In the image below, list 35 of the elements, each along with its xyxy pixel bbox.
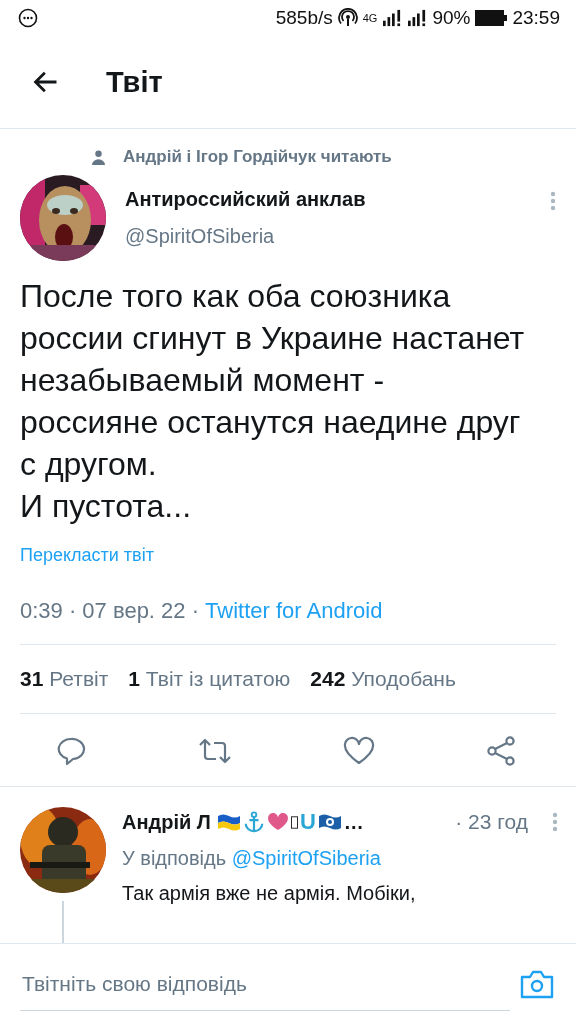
- stat-count[interactable]: 1 Твіт із цитатою: [128, 667, 291, 691]
- battery-icon: [475, 10, 508, 26]
- share-icon[interactable]: [485, 736, 518, 766]
- hotspot-icon: [337, 8, 358, 28]
- heart-icon: [266, 813, 289, 831]
- author-handle[interactable]: @SpiritOfSiberia: [125, 225, 550, 248]
- camera-icon[interactable]: [520, 969, 554, 999]
- person-icon: [92, 149, 105, 165]
- reply-input[interactable]: Твітніть свою відповідь: [20, 957, 510, 1011]
- replying-to-label: У відповідь: [122, 847, 227, 869]
- like-icon[interactable]: [343, 736, 376, 766]
- tweet-timestamp: 0:39 · 07 вер. 22 ·: [20, 598, 200, 623]
- signal-icon: [407, 9, 428, 27]
- flag-icon: [317, 813, 342, 831]
- reply-author-name[interactable]: Андрій Л: [122, 810, 211, 834]
- anchor-icon: [242, 811, 265, 833]
- flag-icon: [216, 813, 241, 831]
- more-icon: [18, 8, 38, 28]
- social-context: Андрій і Ігор Гордійчук читають: [123, 147, 392, 167]
- reply-text: Так армія вже не армія. Мобіки,: [122, 882, 417, 905]
- reply-time: · 23 год: [455, 810, 528, 834]
- stat-count[interactable]: 242 Уподобань: [310, 667, 456, 691]
- missing-glyph-icon: [290, 815, 298, 829]
- signal-icon: [382, 9, 403, 27]
- stat-count[interactable]: 31 Ретвіт: [20, 667, 109, 691]
- clock: 23:59: [512, 7, 560, 29]
- reply-icon[interactable]: [56, 736, 86, 766]
- tweet-text: После того как оба союзника россии сгинут в Украине настанет незабываемый момент - россияне останутся наедине друг с другом. И пустота...: [20, 277, 526, 526]
- name-overflow: …: [343, 810, 364, 834]
- name-letter: U: [299, 809, 316, 835]
- network-type: 4G: [362, 12, 378, 24]
- battery-level: 90%: [432, 7, 471, 29]
- author-name[interactable]: Антироссийский анклав: [125, 188, 550, 211]
- page-title: Твіт: [106, 65, 163, 99]
- network-speed: 585b/s: [275, 7, 333, 29]
